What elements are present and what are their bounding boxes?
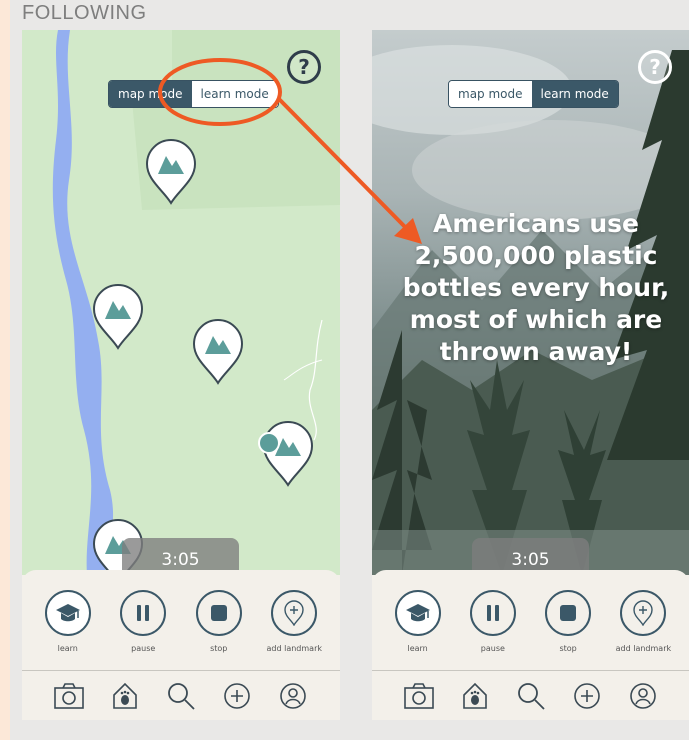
current-location-dot (258, 432, 280, 454)
help-icon[interactable]: ? (638, 50, 672, 84)
stop-label: stop (559, 644, 577, 653)
add-icon[interactable] (221, 680, 253, 712)
footprint-home-icon[interactable] (459, 680, 491, 712)
stop-button[interactable]: stop (186, 590, 252, 653)
pause-icon (486, 605, 499, 621)
stop-label: stop (210, 644, 228, 653)
camera-icon[interactable] (53, 680, 85, 712)
landmark-marker[interactable] (192, 318, 244, 385)
help-icon[interactable]: ? (287, 50, 321, 84)
stop-icon (210, 605, 227, 621)
learn-button[interactable]: learn (385, 590, 451, 653)
control-panel: learn pause stop add landmark (22, 570, 340, 720)
control-panel: learn pause stop add landmark (372, 570, 689, 720)
search-icon[interactable] (165, 680, 197, 712)
add-landmark-label: add landmark (615, 644, 672, 653)
learn-label: learn (57, 644, 78, 653)
landmark-marker[interactable] (92, 283, 144, 350)
page-heading: FOLLOWING (22, 2, 147, 24)
learn-mode-button[interactable]: learn mode (531, 81, 618, 107)
add-landmark-icon (284, 600, 304, 626)
map-mode-screen: ? map mode learn mode 3:05 learn pause s… (22, 30, 340, 720)
add-icon[interactable] (571, 680, 603, 712)
camera-icon[interactable] (403, 680, 435, 712)
stop-button[interactable]: stop (535, 590, 601, 653)
mode-toggle: map mode learn mode (108, 80, 279, 108)
panel-divider (372, 670, 689, 671)
pause-button[interactable]: pause (460, 590, 526, 653)
profile-icon[interactable] (277, 680, 309, 712)
footprint-home-icon[interactable] (109, 680, 141, 712)
add-landmark-label: add landmark (266, 644, 323, 653)
graduation-cap-icon (55, 604, 80, 622)
learn-mode-screen: Americans use 2,500,000 plastic bottles … (372, 30, 689, 720)
map-mode-button[interactable]: map mode (109, 81, 192, 107)
mode-toggle: map mode learn mode (448, 80, 619, 108)
learn-mode-button[interactable]: learn mode (191, 81, 278, 107)
stop-icon (560, 605, 577, 621)
trail-map[interactable] (22, 30, 340, 575)
learn-button[interactable]: learn (35, 590, 101, 653)
pause-button[interactable]: pause (110, 590, 176, 653)
graduation-cap-icon (405, 604, 430, 622)
map-mode-button[interactable]: map mode (449, 81, 532, 107)
add-landmark-button[interactable]: add landmark (261, 590, 327, 653)
learn-fact-text: Americans use 2,500,000 plastic bottles … (402, 209, 670, 366)
profile-icon[interactable] (627, 680, 659, 712)
bottom-nav (372, 676, 689, 716)
pause-icon (137, 605, 150, 621)
add-landmark-icon (633, 600, 654, 626)
bottom-nav (22, 676, 340, 716)
add-landmark-button[interactable]: add landmark (610, 590, 676, 653)
search-icon[interactable] (515, 680, 547, 712)
learn-label: learn (407, 644, 428, 653)
pause-label: pause (131, 644, 156, 653)
forest-photo: Americans use 2,500,000 plastic bottles … (372, 30, 689, 575)
pause-label: pause (480, 644, 505, 653)
panel-divider (22, 670, 340, 671)
